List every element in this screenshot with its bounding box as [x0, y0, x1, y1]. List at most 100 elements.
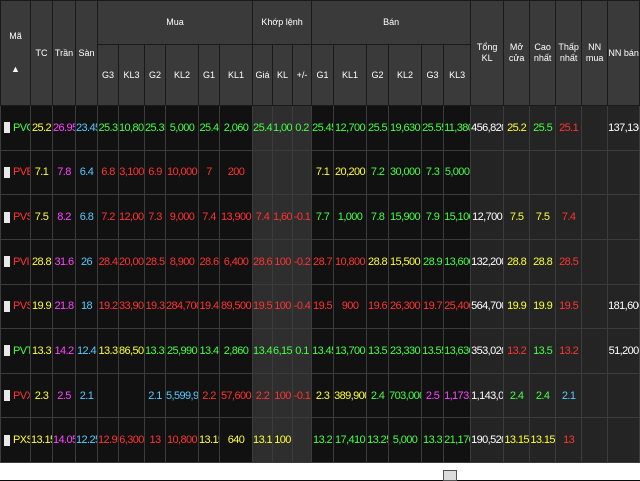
price-board-table: Mã ▲ TC Trần Sàn Mua Khớp lệnh Bán Tổng K…: [0, 0, 640, 463]
bid-cell: 25,990: [165, 328, 199, 374]
checkbox-icon[interactable]: [4, 211, 10, 223]
group-header-khop-lenh: Khớp lệnh: [252, 0, 313, 45]
stat-cell: 19.5: [555, 283, 583, 330]
symbol-cell[interactable]: PVX: [0, 372, 31, 419]
checkbox-icon[interactable]: [4, 300, 10, 312]
checkbox-icon[interactable]: [4, 122, 10, 134]
table-row[interactable]: PVE7.17.86.46.83,1006.910,00072007.120,2…: [0, 149, 640, 196]
symbol-cell[interactable]: PVS: [0, 194, 31, 240]
stat-cell: 13.2: [555, 328, 583, 374]
ceiling-price-cell: 14.05: [52, 417, 76, 463]
checkbox-icon[interactable]: [4, 166, 10, 178]
col-header-ban-g1: G1: [311, 44, 335, 106]
ask-cell: 2.4: [366, 372, 390, 419]
stat-cell: 51,200: [607, 328, 640, 374]
ask-cell: 5,000: [388, 417, 423, 463]
table-row[interactable]: PVT13.314.212.413.386,50013.3525,99013.4…: [0, 328, 640, 374]
col-header-cao-nhat: Cao nhất: [529, 0, 557, 106]
scrollbar-thumb[interactable]: [443, 470, 457, 481]
table-row[interactable]: PVS7.58.26.87.212,0007.39,0007.413,9007.…: [0, 194, 640, 240]
ref-price-cell: 28.8: [30, 238, 53, 285]
symbol-code: PVX: [13, 389, 30, 402]
ask-cell: 25.5: [366, 105, 390, 151]
symbol-cell[interactable]: PVO: [0, 105, 31, 151]
symbol-code: PVO: [13, 121, 30, 134]
stat-cell: 13.15: [529, 417, 557, 463]
stat-cell: [607, 194, 640, 240]
ref-price-cell: 2.3: [30, 372, 53, 419]
symbol-cell[interactable]: PVE: [0, 149, 31, 196]
match-cell: 25.4: [252, 105, 274, 151]
match-cell: -0.2: [292, 238, 313, 285]
symbol-cell[interactable]: PVS: [0, 283, 31, 330]
match-cell: 100: [272, 238, 294, 285]
stat-cell: 19.9: [503, 283, 531, 330]
horizontal-scrollbar-track[interactable]: [0, 463, 640, 480]
symbol-cell[interactable]: PVT: [0, 328, 31, 374]
ask-cell: 7.8: [366, 194, 390, 240]
symbol-cell[interactable]: PVI: [0, 238, 31, 285]
table-row[interactable]: PVI28.831.62628.420,00028.58,90028.66,40…: [0, 238, 640, 285]
symbol-cell[interactable]: PXS: [0, 417, 31, 463]
bid-cell: 7.2: [97, 194, 119, 240]
table-row[interactable]: PVS19.921.81819.233,90019.3284,70019.489…: [0, 283, 640, 330]
ask-cell: 25.55: [421, 105, 445, 151]
checkbox-icon[interactable]: [4, 434, 10, 446]
ask-cell: 13,630: [443, 328, 472, 374]
match-cell: [272, 149, 294, 196]
ceiling-price-cell: 31.6: [52, 238, 76, 285]
stat-cell: [607, 372, 640, 419]
col-header-ma[interactable]: Mã ▲: [0, 0, 31, 106]
col-header-tran: Trần: [52, 0, 76, 106]
bid-cell: 284,700: [165, 283, 199, 330]
bid-cell: 13.15: [198, 417, 220, 463]
checkbox-icon[interactable]: [4, 345, 10, 357]
bid-cell: 2.1: [144, 372, 166, 419]
bid-cell: 13.3: [97, 328, 119, 374]
ask-cell: 12,700: [333, 105, 368, 151]
ask-cell: 28.7: [311, 238, 335, 285]
match-cell: 2.2: [252, 372, 274, 419]
bid-cell: 19.4: [198, 283, 220, 330]
ask-cell: 15,100: [443, 194, 472, 240]
table-row[interactable]: PVO25.226.9523.4525.310,80025.355,00025.…: [0, 105, 640, 151]
ask-cell: 15,500: [388, 238, 423, 285]
stat-cell: 7.5: [529, 194, 557, 240]
col-header-san: Sàn: [75, 0, 98, 106]
stat-cell: [581, 328, 609, 374]
bid-cell: 25.4: [198, 105, 220, 151]
stat-cell: 13.5: [529, 328, 557, 374]
checkbox-icon[interactable]: [4, 390, 10, 402]
col-header-thap-nhat: Thấp nhất: [555, 0, 583, 106]
stat-cell: 19.9: [529, 283, 557, 330]
ask-cell: 25,400: [443, 283, 472, 330]
ask-cell: 28.9: [421, 238, 445, 285]
match-cell: 19.5: [252, 283, 274, 330]
bid-cell: 2.2: [198, 372, 220, 419]
bid-cell: 7.3: [144, 194, 166, 240]
col-header-khop-kl: KL: [272, 44, 294, 106]
sort-arrow-icon[interactable]: ▲: [11, 64, 20, 74]
bid-cell: 5,599,900: [165, 372, 199, 419]
stat-cell: 28.8: [529, 238, 557, 285]
stat-cell: [470, 149, 505, 196]
checkbox-icon[interactable]: [4, 256, 10, 268]
table-row[interactable]: PVX2.32.52.12.15,599,9002.257,6002.2100-…: [0, 372, 640, 419]
ref-price-cell: 19.9: [30, 283, 53, 330]
col-header-nn-ban: NN bán: [607, 0, 640, 106]
ask-cell: 23,330: [388, 328, 423, 374]
floor-price-cell: 2.1: [75, 372, 98, 419]
col-header-tc: TC: [30, 0, 53, 106]
stat-cell: 2.1: [555, 372, 583, 419]
bid-cell: 25.35: [144, 105, 166, 151]
stat-cell: 13.15: [503, 417, 531, 463]
symbol-code: PVS: [13, 211, 30, 224]
stat-cell: [607, 238, 640, 285]
bid-cell: [97, 372, 119, 419]
bid-cell: 19.3: [144, 283, 166, 330]
bid-cell: 13,900: [218, 194, 254, 240]
table-row[interactable]: PXS13.1514.0512.2512.956,3001310,80013.1…: [0, 417, 640, 463]
match-cell: -0.1: [292, 194, 313, 240]
bid-cell: 86,500: [118, 328, 145, 374]
ceiling-price-cell: 8.2: [52, 194, 76, 240]
